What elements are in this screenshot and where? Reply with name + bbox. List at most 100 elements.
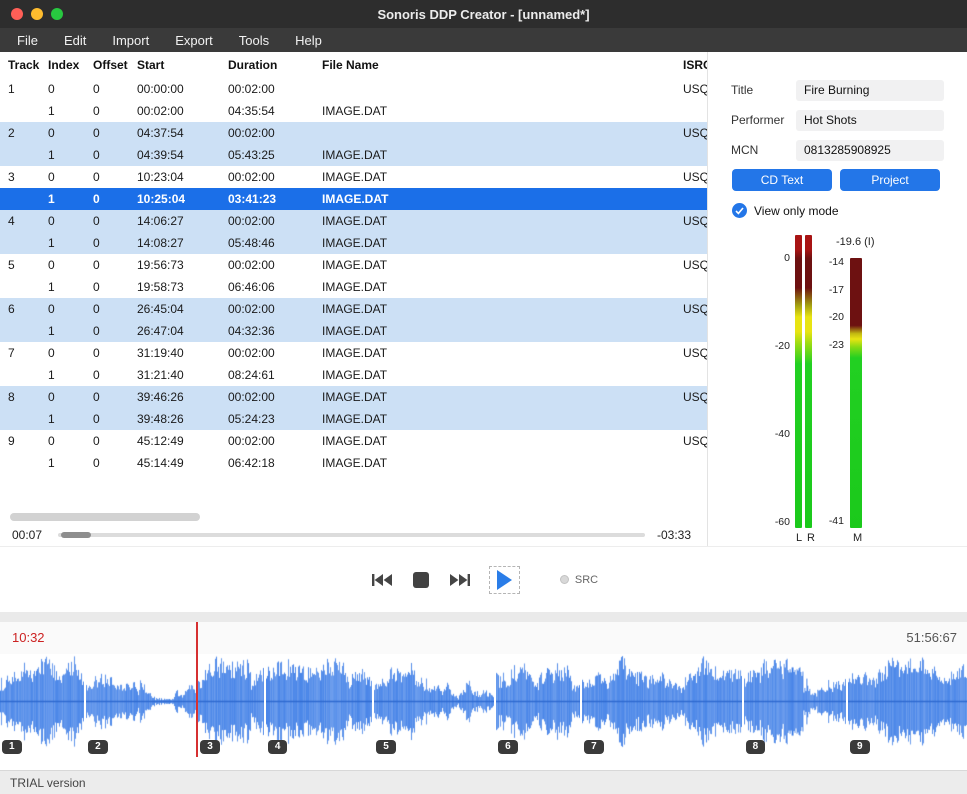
waveform-track-2[interactable]: 2 bbox=[86, 654, 196, 749]
waveform-track-9[interactable]: 9 bbox=[848, 654, 967, 749]
waveform-track-6[interactable]: 6 bbox=[496, 654, 580, 749]
table-row[interactable]: 1045:14:4906:42:18IMAGE.DAT bbox=[0, 452, 707, 474]
cd-text-panel: Title Performer MCN CD Text Project View… bbox=[707, 52, 967, 546]
cell-duration: 03:41:23 bbox=[228, 192, 322, 206]
close-icon[interactable] bbox=[11, 8, 23, 20]
waveform-canvas bbox=[0, 654, 84, 749]
cell-file: IMAGE.DAT bbox=[322, 148, 683, 162]
next-track-button[interactable] bbox=[447, 571, 473, 589]
cell-isrc: USQ bbox=[683, 126, 707, 140]
cell-isrc: USQ bbox=[683, 82, 707, 96]
waveform-top-strip bbox=[0, 612, 967, 622]
table-row[interactable]: 1010:25:0403:41:23IMAGE.DAT bbox=[0, 188, 707, 210]
play-button[interactable] bbox=[489, 566, 520, 594]
waveform-track-7[interactable]: 7 bbox=[582, 654, 742, 749]
cell-start: 39:48:26 bbox=[137, 412, 228, 426]
col-index: Index bbox=[48, 58, 93, 72]
project-button[interactable]: Project bbox=[840, 169, 940, 191]
table-row[interactable]: 40014:06:2700:02:00IMAGE.DATUSQ bbox=[0, 210, 707, 232]
table-row[interactable]: 1014:08:2705:48:46IMAGE.DAT bbox=[0, 232, 707, 254]
table-row[interactable]: 50019:56:7300:02:00IMAGE.DATUSQ bbox=[0, 254, 707, 276]
src-toggle[interactable]: SRC bbox=[560, 574, 598, 586]
menu-help[interactable]: Help bbox=[282, 30, 335, 51]
menu-tools[interactable]: Tools bbox=[226, 30, 282, 51]
table-row[interactable]: 1000:02:0004:35:54IMAGE.DAT bbox=[0, 100, 707, 122]
table-row[interactable]: 70031:19:4000:02:00IMAGE.DATUSQ bbox=[0, 342, 707, 364]
title-label: Title bbox=[731, 83, 796, 97]
cell-offset: 0 bbox=[93, 170, 137, 184]
channel-label-m: M bbox=[853, 532, 862, 544]
menu-edit[interactable]: Edit bbox=[51, 30, 99, 51]
meter-bar-right bbox=[805, 235, 812, 528]
waveform-track-4[interactable]: 4 bbox=[266, 654, 372, 749]
waveform-track-1[interactable]: 1 bbox=[0, 654, 84, 749]
table-row[interactable]: 1031:21:4008:24:61IMAGE.DAT bbox=[0, 364, 707, 386]
waveform-track-5[interactable]: 5 bbox=[374, 654, 494, 749]
stop-button[interactable] bbox=[411, 570, 431, 590]
cell-file: IMAGE.DAT bbox=[322, 192, 683, 206]
table-row[interactable]: 1019:58:7306:46:06IMAGE.DAT bbox=[0, 276, 707, 298]
seek-slider[interactable] bbox=[58, 533, 645, 537]
view-only-mode-label: View only mode bbox=[754, 204, 839, 218]
cell-offset: 0 bbox=[93, 412, 137, 426]
waveform-area[interactable]: 123456789 bbox=[0, 654, 967, 749]
performer-input[interactable] bbox=[796, 110, 944, 131]
app-window: Sonoris DDP Creator - [unnamed*] File Ed… bbox=[0, 0, 967, 794]
cell-duration: 04:35:54 bbox=[228, 104, 322, 118]
table-row[interactable]: 1039:48:2605:24:23IMAGE.DAT bbox=[0, 408, 707, 430]
cell-start: 31:21:40 bbox=[137, 368, 228, 382]
table-row[interactable]: 30010:23:0400:02:00IMAGE.DATUSQ bbox=[0, 166, 707, 188]
minimize-icon[interactable] bbox=[31, 8, 43, 20]
title-input[interactable] bbox=[796, 80, 944, 101]
cell-duration: 00:02:00 bbox=[228, 82, 322, 96]
seek-slider-thumb[interactable] bbox=[61, 532, 91, 538]
cell-duration: 05:43:25 bbox=[228, 148, 322, 162]
table-row[interactable]: 1004:39:5405:43:25IMAGE.DAT bbox=[0, 144, 707, 166]
table-row[interactable]: 10000:00:0000:02:00USQ bbox=[0, 78, 707, 100]
m-scale-bottom-tick: -41 bbox=[804, 515, 844, 527]
cell-file: IMAGE.DAT bbox=[322, 258, 683, 272]
cell-start: 39:46:26 bbox=[137, 390, 228, 404]
cell-offset: 0 bbox=[93, 258, 137, 272]
view-only-mode-checkbox[interactable]: View only mode bbox=[732, 203, 839, 218]
cell-index: 1 bbox=[48, 236, 93, 250]
performer-field-row: Performer bbox=[731, 109, 944, 131]
cell-offset: 0 bbox=[93, 346, 137, 360]
zoom-icon[interactable] bbox=[51, 8, 63, 20]
cd-text-button[interactable]: CD Text bbox=[732, 169, 832, 191]
mcn-field-row: MCN bbox=[731, 139, 944, 161]
waveform-track-8[interactable]: 8 bbox=[744, 654, 847, 749]
mcn-input[interactable] bbox=[796, 140, 944, 161]
table-row[interactable]: 60026:45:0400:02:00IMAGE.DATUSQ bbox=[0, 298, 707, 320]
cell-offset: 0 bbox=[93, 214, 137, 228]
menu-file[interactable]: File bbox=[4, 30, 51, 51]
table-row[interactable]: 20004:37:5400:02:00USQ bbox=[0, 122, 707, 144]
waveform-canvas bbox=[848, 654, 967, 749]
cell-file: IMAGE.DAT bbox=[322, 456, 683, 470]
playhead-line bbox=[196, 622, 198, 757]
waveform-track-3[interactable]: 3 bbox=[198, 654, 264, 749]
mcn-label: MCN bbox=[731, 143, 796, 157]
cell-offset: 0 bbox=[93, 104, 137, 118]
waveform-canvas bbox=[496, 654, 580, 749]
bottom-spacer bbox=[0, 758, 967, 770]
horizontal-scrollbar[interactable] bbox=[10, 513, 200, 521]
menu-import[interactable]: Import bbox=[99, 30, 162, 51]
cell-index: 1 bbox=[48, 412, 93, 426]
table-row[interactable]: 90045:12:4900:02:00IMAGE.DATUSQ bbox=[0, 430, 707, 452]
cell-file: IMAGE.DAT bbox=[322, 434, 683, 448]
waveform-canvas bbox=[266, 654, 372, 749]
menu-bar: File Edit Import Export Tools Help bbox=[0, 28, 967, 52]
cell-duration: 00:02:00 bbox=[228, 126, 322, 140]
menu-export[interactable]: Export bbox=[162, 30, 226, 51]
cell-index: 1 bbox=[48, 148, 93, 162]
col-offset: Offset bbox=[93, 58, 137, 72]
performer-label: Performer bbox=[731, 113, 796, 127]
cell-start: 19:58:73 bbox=[137, 280, 228, 294]
cell-file: IMAGE.DAT bbox=[322, 346, 683, 360]
previous-track-button[interactable] bbox=[369, 571, 395, 589]
table-row[interactable]: 1026:47:0404:32:36IMAGE.DAT bbox=[0, 320, 707, 342]
table-row[interactable]: 80039:46:2600:02:00IMAGE.DATUSQ bbox=[0, 386, 707, 408]
cell-start: 14:06:27 bbox=[137, 214, 228, 228]
cell-file: IMAGE.DAT bbox=[322, 236, 683, 250]
